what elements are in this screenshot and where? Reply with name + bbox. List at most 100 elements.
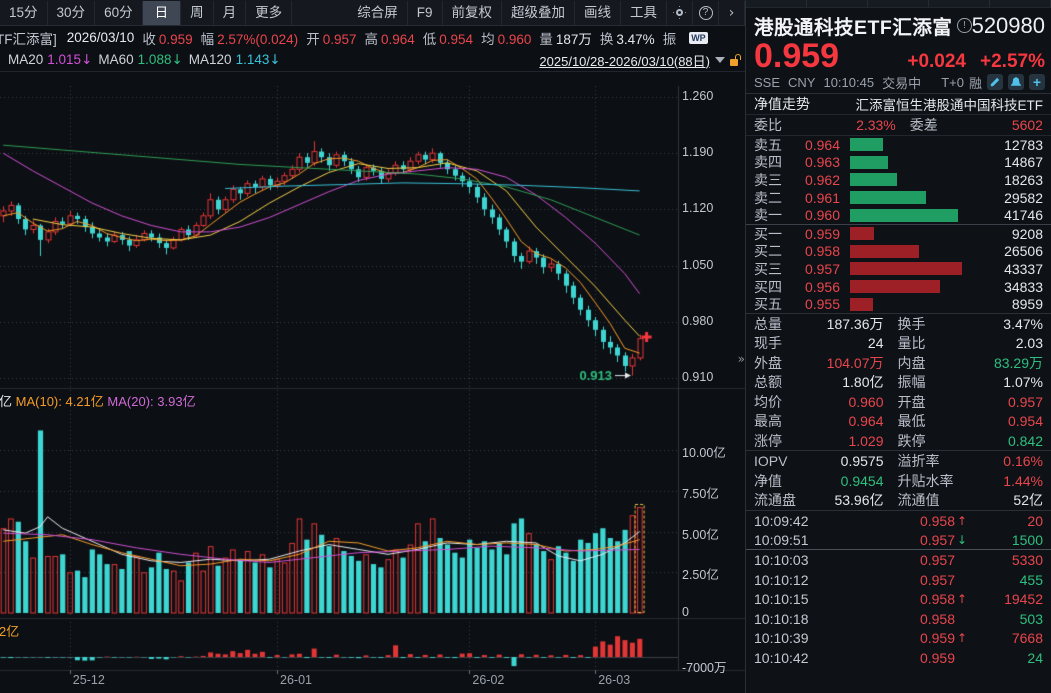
volume-axis-label: 5.00亿 — [682, 524, 719, 543]
x-axis-label: 26-02 — [472, 673, 504, 687]
stat-value: 83.29万 — [960, 353, 1044, 373]
last-price: 0.959 — [754, 41, 839, 71]
quote-field-label: 低 — [423, 32, 437, 47]
help-button[interactable]: ? — [693, 1, 719, 25]
panel-collapse-handle[interactable]: » — [738, 352, 745, 366]
period-button-月[interactable]: 月 — [214, 1, 247, 25]
settings-button[interactable] — [667, 1, 693, 25]
stat-value: 53.96亿 — [800, 490, 884, 510]
toolbar-button-前复权[interactable]: 前复权 — [443, 1, 503, 25]
x-axis-label: 25-12 — [73, 673, 105, 687]
tick-row[interactable]: 10:10:150.958↑19452 — [746, 589, 1051, 609]
tick-row[interactable]: 10:10:030.9575330 — [746, 550, 1051, 570]
buy-level-row[interactable]: 买四0.95634833 — [746, 278, 1051, 296]
dropdown-arrow-icon[interactable] — [715, 57, 725, 63]
period-button-更多[interactable]: 更多 — [246, 1, 292, 25]
tick-time: 10:10:39 — [754, 630, 826, 646]
instrument-code: 520980 — [972, 13, 1045, 39]
stat-label: 均价 — [754, 392, 800, 412]
sell-level-row[interactable]: 卖一0.96041746 — [746, 206, 1051, 224]
risk-info-icon[interactable]: ! — [957, 18, 971, 33]
ma-label: MA20 — [8, 52, 43, 67]
ma-value: 1.088 — [138, 52, 172, 67]
sell-level-qty: 29582 — [1004, 190, 1043, 206]
toolbar-button-画线[interactable]: 画线 — [575, 1, 621, 25]
sell-level-row[interactable]: 卖二0.96129582 — [746, 189, 1051, 207]
tick-time: 10:10:15 — [754, 591, 826, 607]
quote-field-value: 0.960 — [498, 32, 532, 47]
margin-label: 融 — [969, 73, 982, 92]
tick-price: 0.959 — [826, 630, 955, 646]
volume-axis-label: 0 — [682, 605, 689, 619]
sell-level-price: 0.961 — [790, 190, 840, 206]
stat-label: 外盘 — [754, 353, 800, 373]
stat-label: 振幅 — [898, 372, 960, 392]
period-button-30分[interactable]: 30分 — [48, 1, 96, 25]
period-button-周[interactable]: 周 — [181, 1, 214, 25]
toolbar-button-工具[interactable]: 工具 — [621, 1, 667, 25]
stat-value: 0.9454 — [800, 473, 884, 489]
edit-button[interactable] — [987, 74, 1003, 90]
quote-date: 2026/03/10 — [67, 30, 135, 45]
unlock-icon[interactable] — [730, 54, 741, 66]
down-arrow-icon: ↓ — [81, 52, 92, 68]
buy-level-price: 0.955 — [790, 296, 840, 312]
up-arrow-icon: ↑ — [957, 514, 971, 528]
nav-label: 净值走势 — [754, 94, 810, 114]
stat-value: 1.44% — [960, 473, 1044, 489]
stats-row: 现手24量比2.03 — [746, 333, 1051, 353]
stat-value: 0.842 — [960, 433, 1044, 449]
nav-fund-row[interactable]: 净值走势 汇添富恒生港股通中国科技ETF — [746, 93, 1051, 115]
tick-price: 0.958 — [826, 611, 955, 627]
ma-value: 1.143 — [236, 52, 270, 67]
buy-level-row[interactable]: 买二0.95826506 — [746, 243, 1051, 261]
quote-field-value: 0.964 — [381, 32, 415, 47]
ma-label: MA120 — [189, 52, 232, 67]
buy-level-row[interactable]: 买三0.95743337 — [746, 260, 1051, 278]
alert-button[interactable] — [1008, 74, 1024, 90]
buy-level-row[interactable]: 买一0.9599208 — [746, 225, 1051, 243]
tick-row[interactable]: 10:10:180.958503 — [746, 609, 1051, 629]
iopv-row: IOPV0.9575溢折率0.16% — [746, 451, 1051, 471]
candlestick-chart-canvas[interactable] — [0, 72, 745, 693]
toolbar-button-F9[interactable]: F9 — [408, 1, 443, 25]
add-watchlist-button[interactable]: + — [1029, 74, 1045, 90]
sell-level-label: 卖一 — [754, 205, 790, 225]
period-button-15分[interactable]: 15分 — [0, 1, 48, 25]
sell-level-row[interactable]: 卖四0.96314867 — [746, 154, 1051, 172]
tick-row[interactable]: 10:09:420.958↑20 — [746, 511, 1051, 531]
sell-volume-bar — [850, 156, 888, 169]
stat-label: 流通值 — [898, 490, 960, 510]
instrument-name: 港股通科技ETF汇添富 — [754, 11, 952, 40]
volume-ma10-label: MA(10): 4.21亿 — [16, 394, 104, 409]
plus-icon: + — [1033, 77, 1041, 87]
order-ratio-row: 委比 2.33% 委差 5602 — [746, 115, 1051, 136]
buy-level-row[interactable]: 买五0.9558959 — [746, 295, 1051, 313]
down-arrow-icon: ↓ — [269, 52, 280, 68]
sell-level-row[interactable]: 卖三0.96218263 — [746, 171, 1051, 189]
stat-label: 内盘 — [898, 353, 960, 373]
stats-row: 总额1.80亿振幅1.07% — [746, 372, 1051, 392]
ma-legend-MA60: MA601.088↓ — [98, 52, 182, 68]
more-button[interactable]: › — [719, 1, 745, 25]
tick-row[interactable]: 10:10:390.959↑7668 — [746, 629, 1051, 649]
stat-value: 0.16% — [960, 453, 1044, 469]
sell-level-row[interactable]: 卖五0.96412783 — [746, 136, 1051, 154]
sell-volume-bar — [850, 138, 883, 151]
buy-level-qty: 26506 — [1004, 243, 1043, 259]
period-button-active[interactable]: 日 — [143, 1, 182, 25]
date-range-link[interactable]: 2025/10/28-2026/03/10(88日) — [539, 51, 710, 70]
tick-row[interactable]: 10:09:510.957↓1500 — [746, 531, 1051, 551]
quote-field-低: 低0.954 — [423, 28, 473, 48]
buy-level-qty: 9208 — [1012, 226, 1043, 242]
toolbar-button-超级叠加[interactable]: 超级叠加 — [502, 1, 575, 25]
volume-axis-label: 7.50亿 — [682, 483, 719, 502]
tick-row[interactable]: 10:10:120.957455 — [746, 570, 1051, 590]
quote-field-换: 换3.47% — [600, 28, 655, 48]
wp-badge-icon[interactable]: WP — [689, 32, 708, 44]
tick-row[interactable]: 10:10:420.95924 — [746, 648, 1051, 668]
stats-row: 总量187.36万换手3.47% — [746, 314, 1051, 334]
stat-label: 换手 — [898, 314, 960, 334]
period-button-60分[interactable]: 60分 — [95, 1, 143, 25]
toolbar-button-综合屏[interactable]: 综合屏 — [348, 1, 408, 25]
